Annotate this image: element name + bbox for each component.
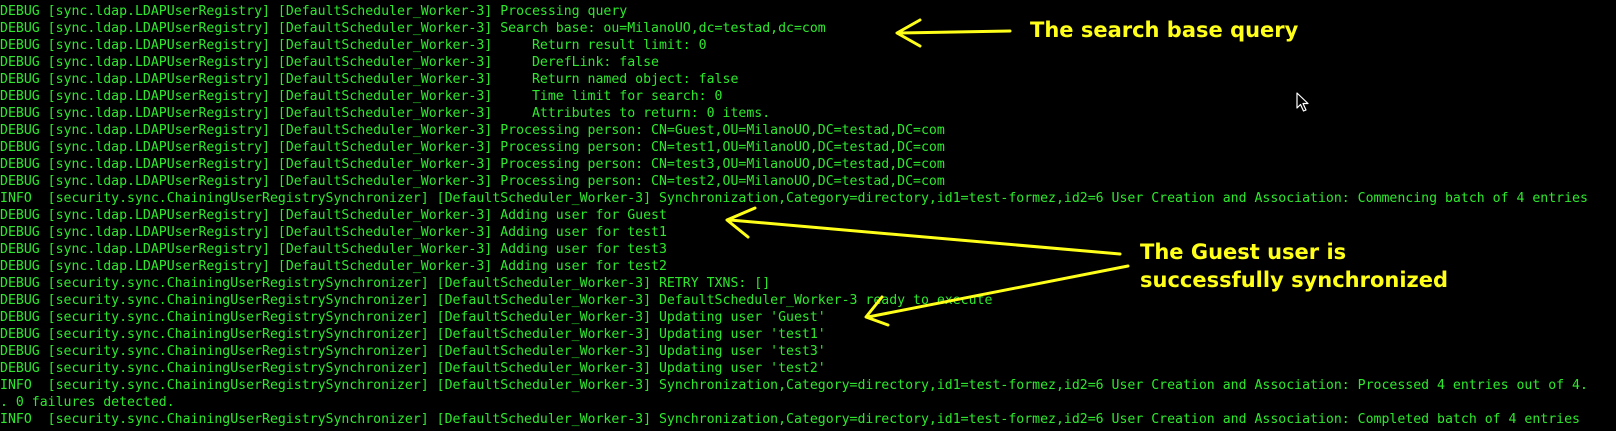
annotation-guest-line1: The Guest user is — [1140, 240, 1347, 264]
log-line: DEBUG [sync.ldap.LDAPUserRegistry] [Defa… — [0, 123, 945, 138]
log-line: DEBUG [sync.ldap.LDAPUserRegistry] [Defa… — [0, 242, 667, 257]
log-line: DEBUG [sync.ldap.LDAPUserRegistry] [Defa… — [0, 38, 707, 53]
terminal-window[interactable]: DEBUG [sync.ldap.LDAPUserRegistry] [Defa… — [0, 0, 1616, 431]
log-line: DEBUG [security.sync.ChainingUserRegistr… — [0, 361, 826, 376]
log-line: DEBUG [sync.ldap.LDAPUserRegistry] [Defa… — [0, 157, 945, 172]
log-line: DEBUG [sync.ldap.LDAPUserRegistry] [Defa… — [0, 55, 659, 70]
log-line: DEBUG [sync.ldap.LDAPUserRegistry] [Defa… — [0, 225, 667, 240]
log-line: DEBUG [security.sync.ChainingUserRegistr… — [0, 344, 826, 359]
log-line: DEBUG [sync.ldap.LDAPUserRegistry] [Defa… — [0, 208, 667, 223]
log-line: DEBUG [sync.ldap.LDAPUserRegistry] [Defa… — [0, 106, 771, 121]
log-line: DEBUG [security.sync.ChainingUserRegistr… — [0, 327, 826, 342]
log-line: INFO [security.sync.ChainingUserRegistry… — [0, 378, 1588, 393]
log-line: DEBUG [sync.ldap.LDAPUserRegistry] [Defa… — [0, 72, 739, 87]
log-line: DEBUG [security.sync.ChainingUserRegistr… — [0, 293, 993, 308]
log-line: . 0 failures detected. — [0, 395, 175, 410]
log-line: DEBUG [security.sync.ChainingUserRegistr… — [0, 310, 826, 325]
log-line: DEBUG [sync.ldap.LDAPUserRegistry] [Defa… — [0, 140, 945, 155]
log-output: DEBUG [sync.ldap.LDAPUserRegistry] [Defa… — [0, 3, 1588, 428]
mouse-pointer-icon — [1296, 92, 1309, 112]
log-line: INFO [security.sync.ChainingUserRegistry… — [0, 412, 1580, 427]
log-line: INFO [security.sync.ChainingUserRegistry… — [0, 191, 1588, 206]
log-line: DEBUG [sync.ldap.LDAPUserRegistry] [Defa… — [0, 174, 945, 189]
annotation-guest-line2: successfully synchronized — [1140, 268, 1449, 292]
log-line: DEBUG [sync.ldap.LDAPUserRegistry] [Defa… — [0, 89, 723, 104]
log-line: DEBUG [sync.ldap.LDAPUserRegistry] [Defa… — [0, 4, 628, 19]
annotation-search-base: The search base query — [1030, 18, 1299, 42]
log-line: DEBUG [sync.ldap.LDAPUserRegistry] [Defa… — [0, 21, 826, 36]
